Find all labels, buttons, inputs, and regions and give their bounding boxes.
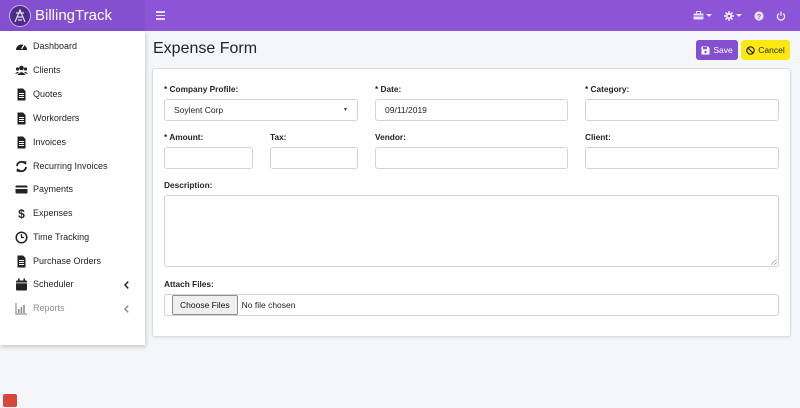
- ban-icon: [746, 45, 756, 55]
- calendar-icon: [16, 278, 27, 291]
- sidebar-item-label: Recurring Invoices: [33, 161, 108, 171]
- amount-label: * Amount:: [164, 132, 204, 142]
- logo-icon: [9, 4, 31, 27]
- description-textarea[interactable]: [164, 195, 779, 267]
- hamburger-icon[interactable]: [156, 9, 166, 22]
- help-icon[interactable]: ?: [754, 10, 764, 21]
- sidebar-item-expenses[interactable]: $ Expenses: [0, 203, 145, 225]
- dropdown-arrow-icon: ▼: [343, 107, 348, 113]
- save-button[interactable]: Save: [696, 40, 738, 60]
- save-label: Save: [713, 45, 733, 55]
- vendor-label: Vendor:: [375, 132, 406, 142]
- sidebar-item-label: Clients: [33, 65, 61, 75]
- sidebar-item-label: Payments: [33, 184, 74, 194]
- category-label: * Category:: [585, 84, 630, 94]
- clock-icon: [15, 231, 28, 244]
- users-icon: [15, 65, 28, 75]
- dollar-icon: $: [18, 207, 25, 220]
- client-label: Client:: [585, 132, 611, 142]
- chevron-left-icon: [124, 281, 129, 289]
- sidebar-item-clients[interactable]: Clients: [0, 60, 145, 82]
- brand-name: BillingTrack: [35, 7, 112, 24]
- dashboard-icon: [16, 44, 27, 50]
- date-label: * Date:: [375, 84, 402, 94]
- sidebar-item-time-tracking[interactable]: Time Tracking: [0, 227, 145, 249]
- cancel-button[interactable]: Cancel: [741, 40, 790, 60]
- sidebar-item-label: Workorders: [33, 113, 80, 123]
- sidebar-item-payments[interactable]: Payments: [0, 179, 145, 201]
- sidebar-item-label: Dashboard: [33, 41, 78, 51]
- sidebar-item-workorders[interactable]: Workorders: [0, 108, 145, 130]
- sidebar-item-label: Purchase Orders: [33, 256, 102, 266]
- sidebar-item-recurring-invoices[interactable]: Recurring Invoices: [0, 156, 145, 178]
- power-icon[interactable]: [776, 11, 786, 21]
- company-profile-value: Soylent Corp: [174, 105, 224, 115]
- company-icon: [693, 11, 704, 20]
- file-status: No file chosen: [241, 300, 296, 310]
- top-navbar: BillingTrack ?: [0, 0, 800, 31]
- resize-handle-icon[interactable]: [771, 259, 777, 265]
- refresh-icon: [16, 160, 27, 173]
- description-label: Description:: [164, 180, 213, 190]
- sidebar-item-label: Reports: [33, 303, 65, 313]
- sidebar-item-label: Invoices: [33, 137, 67, 147]
- cancel-label: Cancel: [758, 45, 785, 55]
- tax-label: Tax:: [270, 132, 287, 142]
- document-icon: [17, 88, 26, 101]
- category-field[interactable]: [585, 99, 779, 121]
- sidebar: Dashboard Clients Quotes Workorders Invo…: [0, 31, 145, 345]
- date-field[interactable]: [375, 99, 568, 121]
- company-profile-select[interactable]: Soylent Corp ▼: [164, 99, 358, 121]
- sidebar-item-quotes[interactable]: Quotes: [0, 84, 145, 106]
- sidebar-item-label: Quotes: [33, 89, 63, 99]
- document-icon: [17, 112, 26, 125]
- navbar-right: ?: [693, 0, 786, 31]
- chevron-left-icon: [124, 305, 129, 313]
- company-profile-label: * Company Profile:: [164, 84, 239, 94]
- sidebar-item-label: Expenses: [33, 208, 73, 218]
- sidebar-item-scheduler[interactable]: Scheduler: [0, 274, 145, 296]
- tax-field[interactable]: [270, 147, 358, 169]
- credit-card-icon: [15, 185, 28, 194]
- app-corner-icon: [3, 394, 17, 407]
- settings-dropdown[interactable]: [724, 10, 742, 21]
- sidebar-item-label: Time Tracking: [33, 232, 90, 242]
- attach-files-label: Attach Files:: [164, 279, 214, 289]
- save-icon: [701, 46, 710, 54]
- sidebar-item-dashboard[interactable]: Dashboard: [0, 36, 145, 58]
- company-dropdown[interactable]: [693, 11, 712, 20]
- vendor-field[interactable]: [375, 147, 568, 169]
- chart-icon: [15, 303, 27, 315]
- attach-files-input[interactable]: Choose Files No file chosen: [164, 294, 779, 316]
- sidebar-item-purchase-orders[interactable]: Purchase Orders: [0, 251, 145, 273]
- document-icon: [17, 255, 26, 268]
- choose-files-button[interactable]: Choose Files: [172, 295, 238, 315]
- document-icon: [17, 136, 26, 149]
- client-field[interactable]: [585, 147, 779, 169]
- svg-text:$: $: [18, 207, 25, 220]
- sidebar-item-reports[interactable]: Reports: [0, 298, 145, 320]
- gear-icon: [724, 10, 734, 21]
- brand[interactable]: BillingTrack: [0, 0, 145, 31]
- svg-text:?: ?: [757, 13, 761, 20]
- amount-field[interactable]: [164, 147, 253, 169]
- sidebar-item-label: Scheduler: [33, 279, 74, 289]
- sidebar-item-invoices[interactable]: Invoices: [0, 132, 145, 154]
- page-title: Expense Form: [153, 40, 258, 57]
